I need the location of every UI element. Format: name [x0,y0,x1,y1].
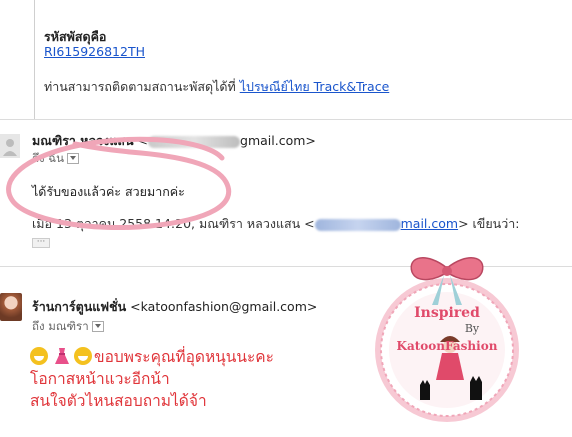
quote-border [34,0,35,120]
shop-message-body: ขอบพระคุณที่อุดหนุนนะคะ โอกาสหน้าแวะอีกน… [30,346,274,412]
details-dropdown-icon[interactable] [91,321,104,332]
quote-email-link[interactable]: mail.com [401,216,458,231]
shop-line-1: ขอบพระคุณที่อุดหนุนนะคะ [30,346,274,368]
shop-sender[interactable]: ร้านการ์ตูนแฟชั่น <katoonfashion@gmail.c… [32,297,317,317]
shop-to-label: ถึง มณฑิรา [32,319,89,333]
circle-annotation [6,136,232,231]
grin-emoji-icon [30,347,48,365]
shop-sender-email: <katoonfashion@gmail.com> [130,299,318,314]
shop-sender-name: ร้านการ์ตูนแฟชั่น [32,299,127,314]
shop-line-2: โอกาสหน้าแวะอีกน้า [30,370,170,388]
tracking-number[interactable]: RI615926812TH [44,44,145,59]
shop-avatar [0,293,22,321]
tracking-number-link[interactable]: RI615926812TH [44,44,145,59]
track-trace-link[interactable]: ไปรษณีย์ไทย Track&Trace [240,79,390,94]
watermark-line-1: Inspired [414,305,480,321]
tracking-note: ท่านสามารถติดตามสถานะพัสดุได้ที่ ไปรษณีย์… [44,77,389,97]
watermark-badge: Inspired By KatoonFashion [375,257,519,422]
redacted-quote-email [314,218,401,231]
shop-line-3: สนใจตัวไหนสอบถามได้จ้า [30,392,207,410]
quoted-message: รหัสพัสดุคือ RI615926812TH ท่านสามารถติด… [0,0,572,120]
grin-emoji-icon [74,347,92,365]
shop-line-1-text: ขอบพระคุณที่อุดหนุนนะคะ [94,348,274,366]
dress-emoji-icon [55,348,69,364]
tracking-note-text: ท่านสามารถติดตามสถานะพัสดุได้ที่ [44,79,236,94]
shop-recipient: ถึง มณฑิรา [32,318,104,336]
watermark-line-2: By [465,322,480,335]
quote-header-end: > เขียนว่า: [458,216,520,231]
watermark-line-3: KatoonFashion [397,339,498,353]
